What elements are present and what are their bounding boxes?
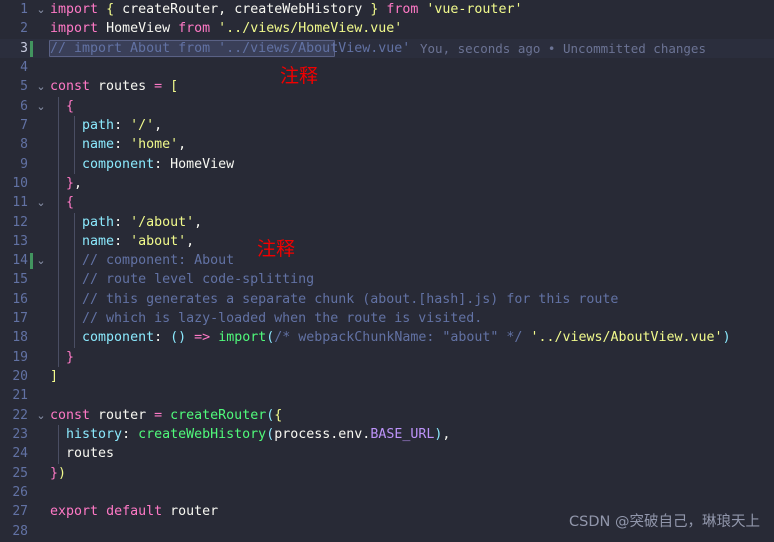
code-line[interactable]: 4 [0,58,774,77]
line-number: 23 [12,427,28,443]
line-number: 19 [12,349,28,365]
indent-guide [58,193,59,368]
code-text: // route level code-splitting [82,272,315,288]
indent-guide [74,212,75,348]
code-text: export default router [50,504,219,520]
indent-guide [58,425,59,464]
line-number: 6 [20,98,28,114]
line-number: 12 [12,214,28,230]
line-number: 25 [12,465,28,481]
indent-guide [58,96,59,194]
line-number: 8 [20,137,28,153]
line-number: 15 [12,272,28,288]
fold-chevron-icon[interactable]: ⌄ [34,251,48,270]
code-text: }) [50,465,67,481]
modified-indicator [30,40,33,57]
line-number: 22 [12,407,28,423]
code-editor[interactable]: 1 ⌄ import { createRouter, createWebHist… [0,0,774,542]
line-number: 4 [20,59,28,75]
fold-chevron-icon[interactable]: ⌄ [34,77,48,96]
code-line[interactable]: 15 // route level code-splitting [0,270,774,289]
code-line[interactable]: 18 component: () => import(/* webpackChu… [0,328,774,347]
line-number: 9 [20,156,28,172]
code-line[interactable]: 5 ⌄ const routes = [ [0,77,774,96]
code-text: const routes = [ [50,79,179,95]
line-number: 5 [20,79,28,95]
code-text: { [66,98,75,114]
line-number: 1 [20,2,28,17]
line-number: 21 [12,388,28,404]
line-number: 16 [12,291,28,307]
code-text: // import About from '../views/AboutView… [50,40,411,56]
line-number: 2 [20,21,28,37]
code-line[interactable]: 8 name: 'home', [0,135,774,154]
code-line[interactable]: 19 } [0,348,774,367]
line-number: 20 [12,369,28,385]
line-number: 11 [12,195,28,211]
code-line[interactable]: 1 ⌄ import { createRouter, createWebHist… [0,0,774,19]
code-text: name: 'home', [82,137,187,153]
code-text: // which is lazy-loaded when the route i… [82,311,483,327]
code-text: // this generates a separate chunk (abou… [82,291,619,307]
fold-chevron-icon[interactable]: ⌄ [34,97,48,116]
code-line[interactable]: 25 }) [0,464,774,483]
line-number: 28 [12,523,28,539]
code-text: routes [66,446,115,462]
code-line[interactable]: 17 // which is lazy-loaded when the rout… [0,309,774,328]
red-annotation-comment-1: 注释 [280,65,319,87]
code-line[interactable]: 14 ⌄ // component: About [0,251,774,270]
code-text: history: createWebHistory(process.env.BA… [66,427,451,443]
code-line[interactable]: 12 path: '/about', [0,213,774,232]
code-text: import HomeView from '../views/HomeView.… [50,21,403,37]
line-number: 26 [12,485,28,500]
code-line[interactable]: 11 ⌄ { [0,193,774,212]
code-line[interactable]: 13 name: 'about', [0,232,774,251]
code-text: name: 'about', [82,233,195,249]
code-text: ] [50,369,59,385]
line-number: 24 [12,446,28,462]
red-annotation-comment-2: 注释 [257,238,296,260]
code-line[interactable]: 22 ⌄ const router = createRouter({ [0,406,774,425]
fold-chevron-icon[interactable]: ⌄ [34,0,48,19]
code-line-active[interactable]: 3 // import About from '../views/AboutVi… [0,38,774,58]
line-number: 14 [12,253,28,269]
code-text: component: HomeView [82,156,235,172]
code-line[interactable]: 7 path: '/', [0,116,774,135]
code-text: path: '/about', [82,214,203,230]
code-text: path: '/', [82,117,163,133]
line-number: 17 [12,311,28,327]
code-line[interactable]: 21 [0,386,774,405]
modified-indicator [30,253,33,270]
code-text: // component: About [82,253,235,269]
code-text: const router = createRouter({ [50,407,283,423]
code-line[interactable]: 6 ⌄ { [0,97,774,116]
code-line[interactable]: 9 component: HomeView [0,155,774,174]
line-number: 13 [12,233,28,249]
code-text: import { createRouter, createWebHistory … [50,2,523,17]
line-number: 10 [12,175,28,191]
git-blame-annotation: You, seconds ago • Uncommitted changes [420,40,706,56]
line-number: 3 [20,40,28,56]
code-line[interactable]: 26 [0,483,774,502]
code-line[interactable]: 2 import HomeView from '../views/HomeVie… [0,19,774,38]
code-text: { [66,195,75,211]
code-line[interactable]: 20 ] [0,367,774,386]
fold-chevron-icon[interactable]: ⌄ [34,193,48,212]
code-line[interactable]: 16 // this generates a separate chunk (a… [0,290,774,309]
csdn-watermark: CSDN @突破自己，琳琅天上 [569,514,760,530]
code-line[interactable]: 23 history: createWebHistory(process.env… [0,425,774,444]
code-line[interactable]: 24 routes [0,444,774,463]
code-text: }, [66,175,83,191]
line-number: 18 [12,330,28,346]
code-text: } [66,349,75,365]
fold-chevron-icon[interactable]: ⌄ [34,406,48,425]
code-text: component: () => import(/* webpackChunkN… [82,330,731,346]
indent-guide [74,115,75,174]
code-line[interactable]: 10 }, [0,174,774,193]
line-number: 27 [12,504,28,520]
line-number: 7 [20,117,28,133]
